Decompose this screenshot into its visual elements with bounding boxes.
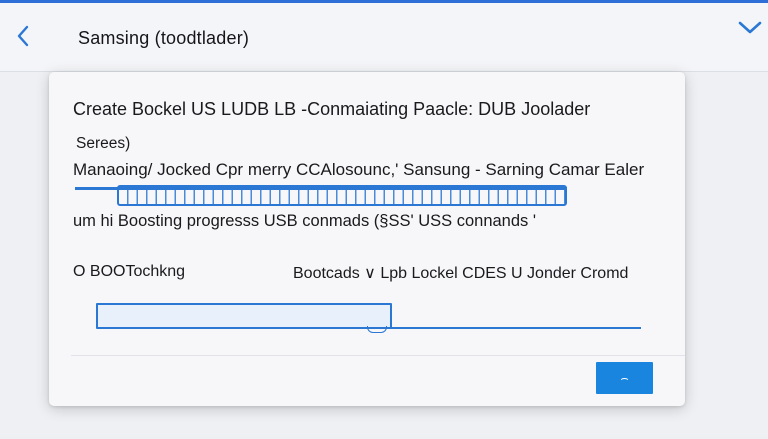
title-bar: Samsing (toodtlader) [0,3,768,72]
chevron-left-icon [17,25,29,47]
chevron-down-icon [738,21,762,34]
boosting-progress-label: um hi Boosting progresss USB conmads (§S… [73,212,537,230]
command-input[interactable] [96,303,392,329]
progress-ticks [119,187,565,204]
bootloader-dialog: Create Bockel US LUDB LB -Conmaiating Pa… [49,72,685,406]
series-label: Serees) [76,135,131,152]
window-title: Samsing (toodtlader) [78,28,250,48]
cursor-caret [367,326,387,333]
status-line: Manaoing/ Jocked Cpr merry CCAlosounc,' … [73,160,645,179]
back-button[interactable] [10,21,36,51]
progress-bar [117,185,567,206]
confirm-button-symbol: ⌢ [620,370,629,385]
dialog-heading: Create Bockel US LUDB LB -Conmaiating Pa… [73,99,591,119]
bootlocking-option[interactable]: O BOOTochkng [73,263,185,281]
confirm-button[interactable]: ⌢ [596,362,653,394]
menu-dropdown-button[interactable] [736,15,764,41]
dialog-divider [71,355,685,356]
bootloader-command-label: Bootcads ∨ Lpb Lockel CDES U Jonder Crom… [293,265,629,282]
command-underline [389,327,641,329]
